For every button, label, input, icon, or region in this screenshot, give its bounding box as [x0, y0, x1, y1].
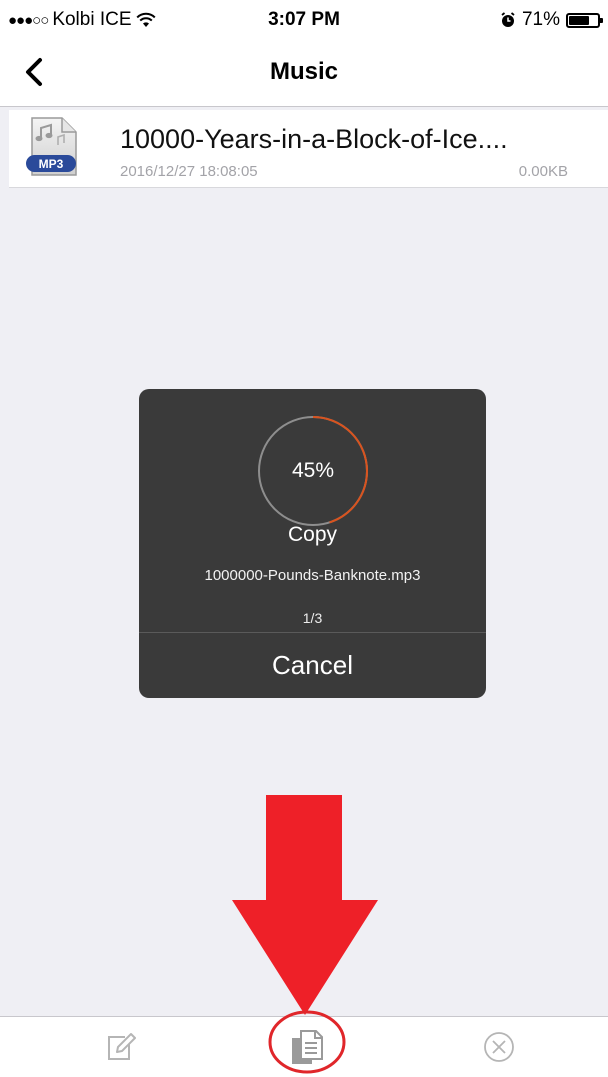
annotation-circle — [268, 1010, 346, 1074]
file-name: 10000-Years-in-a-Block-of-Ice.... — [120, 124, 508, 154]
delete-button[interactable] — [459, 1017, 539, 1077]
cancel-button[interactable]: Cancel — [139, 633, 486, 698]
mp3-file-icon: MP3 — [26, 117, 77, 176]
file-list-item[interactable]: MP3 10000-Years-in-a-Block-of-Ice.... 20… — [9, 110, 608, 188]
battery-level-fill — [569, 15, 589, 25]
file-size: 0.00KB — [518, 163, 568, 180]
status-bar: ●●●○○ Kolbi ICE 3:07 PM 71% — [0, 0, 608, 40]
alarm-icon — [501, 12, 515, 27]
edit-button[interactable] — [80, 1017, 160, 1077]
copy-progress-dialog: 45% Copy 1000000-Pounds-Banknote.mp3 1/3… — [139, 389, 486, 698]
annotation-arrow — [232, 795, 378, 1015]
battery-info: 71% — [500, 9, 603, 31]
page-title: Music — [269, 58, 338, 85]
file-date: 2016/12/27 18:08:05 — [120, 163, 258, 180]
copying-filename: 1000000-Pounds-Banknote.mp3 — [204, 567, 421, 584]
progress-percent: 45% — [291, 459, 335, 482]
battery-icon — [566, 12, 603, 28]
close-circle-icon — [484, 1032, 514, 1062]
dialog-title: Copy — [287, 523, 338, 546]
battery-percent: 71% — [521, 9, 560, 30]
navigation-bar: Music — [0, 40, 608, 107]
mp3-icon-label: MP3 — [39, 157, 64, 171]
edit-icon — [108, 1033, 136, 1060]
file-count: 1/3 — [302, 610, 323, 626]
